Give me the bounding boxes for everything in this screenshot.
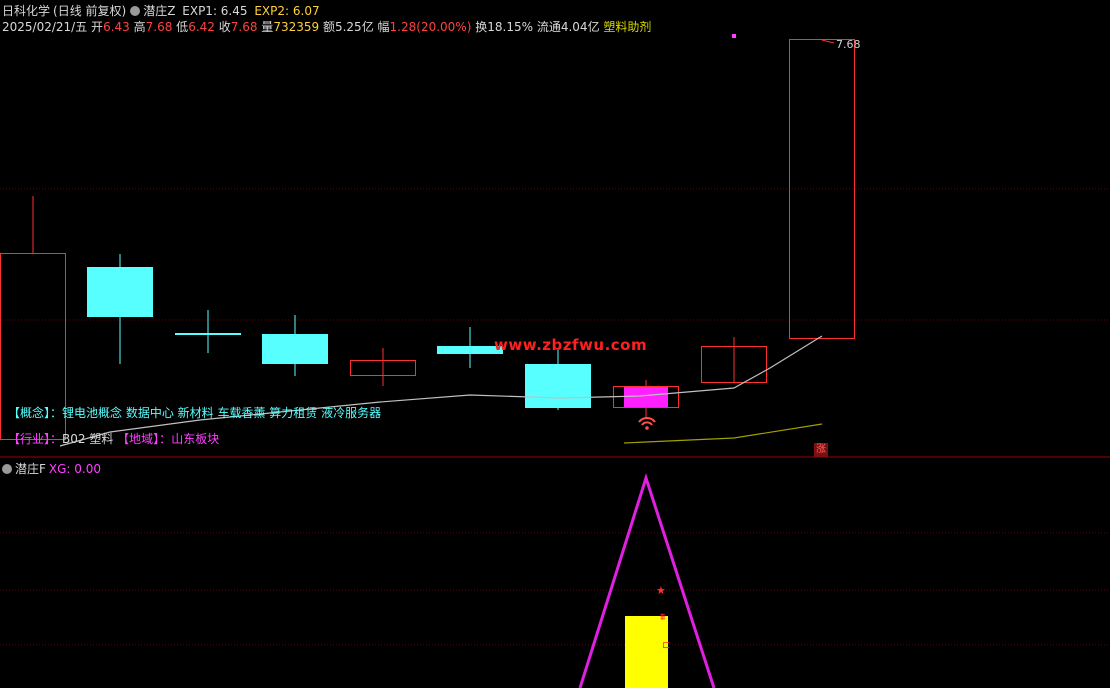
candle-body: [262, 334, 328, 364]
settings-icon[interactable]: [2, 464, 12, 474]
candle-body: [624, 387, 668, 407]
industry-label: 【行业】：: [8, 432, 63, 446]
limit-up-badge: 涨: [814, 443, 828, 457]
star-icon: ★: [656, 584, 666, 597]
candle-body: [87, 267, 153, 317]
industry-row: 【行业】：B02 塑料 【地域】：山东板块: [8, 430, 219, 447]
osc-mark2-icon: ⊏: [662, 640, 670, 651]
concept-row: 【概念】：锂电池概念 数据中心 新材料 车载香薰 算力租赁 液冷服务器: [8, 404, 381, 421]
concept-label: 【概念】：: [8, 406, 63, 420]
high-pointer: [821, 39, 835, 44]
region-label: 【地域】：: [117, 432, 172, 446]
osc-mark-icon: ⩩: [660, 612, 666, 623]
price-high-label: 7.68: [836, 38, 861, 51]
marker-dot: [732, 34, 736, 38]
candles: [0, 39, 855, 440]
concept-text: 锂电池概念 数据中心 新材料 车载香薰 算力租赁 液冷服务器: [62, 406, 382, 420]
osc-bar: [625, 616, 668, 688]
lower-indicator-name[interactable]: 潜庄F: [15, 462, 46, 476]
ma-line-olive: [623, 423, 823, 444]
xg-value: XG: 0.00: [48, 462, 102, 476]
region-text: 山东板块: [171, 432, 220, 446]
watermark-text: www.zbzfwu.com: [494, 336, 648, 354]
signal-icon: [638, 417, 656, 430]
industry-text: B02 塑料: [62, 432, 114, 446]
lower-pane-header: 潜庄F XG: 0.00: [2, 460, 101, 477]
candle-body: [525, 364, 591, 408]
